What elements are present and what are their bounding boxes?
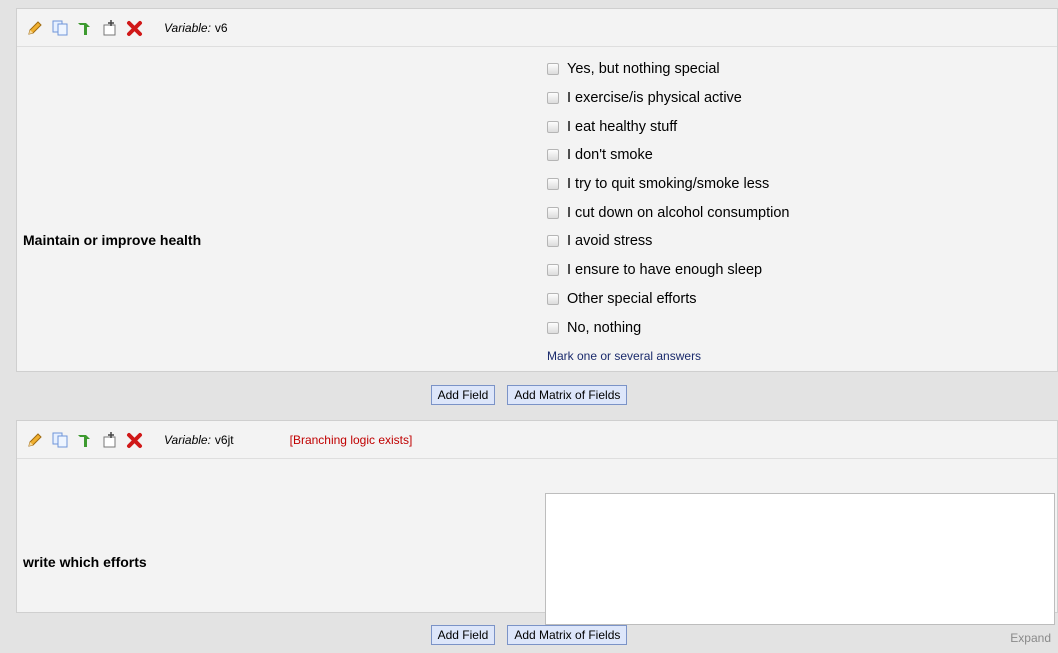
question-label: write which efforts (23, 554, 147, 570)
checkbox[interactable] (547, 149, 559, 162)
checkbox[interactable] (547, 178, 559, 191)
checkbox[interactable] (547, 206, 559, 219)
branching-logic-note[interactable]: [Branching logic exists] (290, 433, 413, 447)
branch-icon[interactable] (75, 18, 94, 37)
answer-note: Mark one or several answers (547, 349, 702, 363)
checkbox[interactable] (547, 264, 559, 277)
pencil-icon[interactable] (25, 430, 44, 449)
option-label: I cut down on alcohol consumption (567, 204, 790, 221)
move-icon[interactable] (100, 18, 119, 37)
option-label: No, nothing (567, 319, 642, 336)
checkbox[interactable] (547, 63, 559, 76)
option-2[interactable]: I eat healthy stuff (547, 112, 789, 141)
option-1[interactable]: I exercise/is physical active (547, 84, 789, 113)
option-7[interactable]: I ensure to have enough sleep (547, 256, 789, 285)
variable-label: Variable: (164, 20, 211, 35)
option-label: Yes, but nothing special (567, 61, 720, 78)
option-0[interactable]: Yes, but nothing special (547, 55, 789, 84)
checkbox[interactable] (547, 321, 559, 334)
variable-label: Variable: (164, 432, 211, 447)
option-label: I try to quit smoking/smoke less (567, 176, 770, 193)
option-label: Other special efforts (567, 290, 697, 307)
variable-name: v6jt (214, 432, 234, 447)
add-matrix-button[interactable]: Add Matrix of Fields (507, 385, 628, 405)
option-label: I avoid stress (567, 233, 653, 250)
option-3[interactable]: I don't smoke (547, 141, 789, 170)
checkbox[interactable] (547, 235, 559, 248)
option-label: I don't smoke (567, 147, 653, 164)
checkbox[interactable] (547, 292, 559, 305)
branch-icon[interactable] (75, 430, 94, 449)
copy-icon[interactable] (50, 18, 69, 37)
move-icon[interactable] (100, 430, 119, 449)
option-4[interactable]: I try to quit smoking/smoke less (547, 170, 789, 199)
add-field-button[interactable]: Add Field (430, 625, 496, 645)
field-toolbar: Variable: v6jt [Branching logic exists] (17, 421, 1057, 459)
add-field-button[interactable]: Add Field (430, 385, 496, 405)
checkbox[interactable] (547, 92, 559, 105)
field-toolbar: Variable: v6 (17, 9, 1057, 47)
variable-name: v6 (214, 20, 228, 35)
add-field-bar: Add Field Add Matrix of Fields (0, 625, 1058, 645)
add-matrix-button[interactable]: Add Matrix of Fields (507, 625, 628, 645)
pencil-icon[interactable] (25, 18, 44, 37)
option-label: I eat healthy stuff (567, 118, 678, 135)
question-label: Maintain or improve health (23, 232, 202, 248)
option-8[interactable]: Other special efforts (547, 285, 789, 314)
option-label: I ensure to have enough sleep (567, 262, 763, 279)
notes-textarea[interactable] (545, 493, 1055, 625)
checkbox-options: Yes, but nothing special I exercise/is p… (547, 55, 789, 342)
checkbox[interactable] (547, 120, 559, 133)
add-field-bar: Add Field Add Matrix of Fields (0, 385, 1058, 405)
copy-icon[interactable] (50, 430, 69, 449)
option-9[interactable]: No, nothing (547, 313, 789, 342)
option-6[interactable]: I avoid stress (547, 227, 789, 256)
delete-icon[interactable] (125, 430, 144, 449)
option-5[interactable]: I cut down on alcohol consumption (547, 198, 789, 227)
field-block-v6jt: Variable: v6jt [Branching logic exists] … (16, 420, 1058, 645)
delete-icon[interactable] (125, 18, 144, 37)
field-block-v6: Variable: v6 Maintain or improve health … (16, 8, 1058, 372)
option-label: I exercise/is physical active (567, 90, 742, 107)
